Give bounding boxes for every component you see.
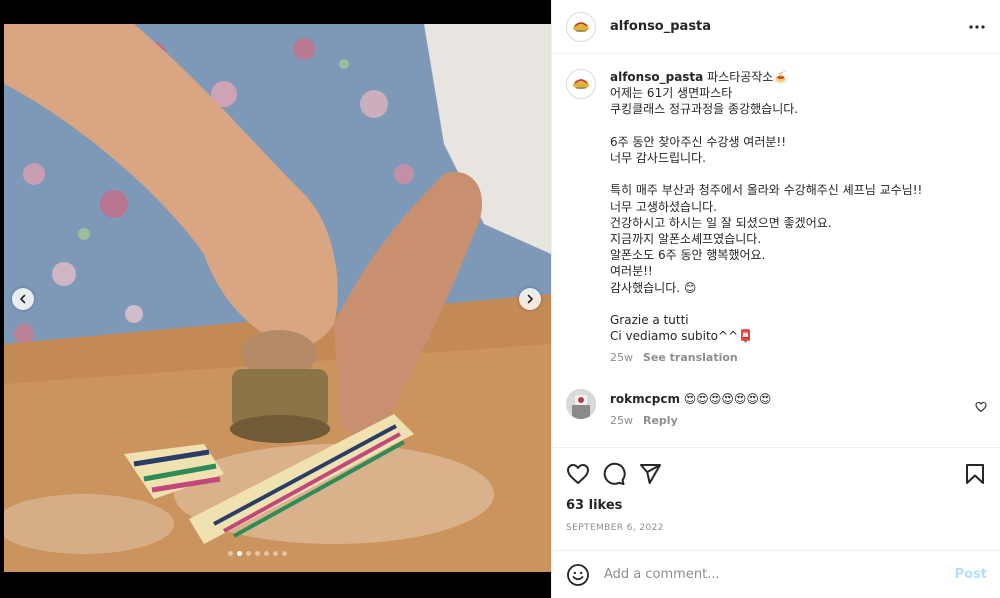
- reply-button[interactable]: Reply: [643, 413, 678, 429]
- post-actions: 63 likes SEPTEMBER 6, 2022: [552, 447, 1000, 550]
- comment-composer: Post: [552, 550, 1000, 598]
- carousel-dot: [246, 551, 251, 556]
- comment-text: 😍😍😍😍😍😍😍: [683, 391, 772, 406]
- caption-text: 파스타공작소🍝 어제는 61기 생면파스타 쿠킹클래스 정규과정을 종강했습니다…: [610, 70, 923, 344]
- carousel-dot: [237, 551, 242, 556]
- caption-body: alfonso_pasta 파스타공작소🍝 어제는 61기 생면파스타 쿠킹클래…: [610, 69, 987, 367]
- post-comment-button[interactable]: Post: [955, 567, 987, 582]
- see-translation-button[interactable]: See translation: [643, 350, 738, 366]
- brand-logo-icon: [573, 21, 589, 32]
- more-options-button[interactable]: [968, 18, 986, 36]
- carousel-next-button[interactable]: [519, 288, 541, 310]
- caption-text-block: alfonso_pasta 파스타공작소🍝 어제는 61기 생면파스타 쿠킹클래…: [610, 69, 987, 344]
- carousel-dot: [228, 551, 233, 556]
- comment-like-button[interactable]: [975, 398, 987, 417]
- caption-avatar[interactable]: [566, 69, 596, 99]
- share-button[interactable]: [638, 462, 662, 486]
- comment-button[interactable]: [602, 462, 626, 486]
- post-media: [0, 0, 551, 598]
- comment-meta: 25w Reply: [610, 413, 967, 429]
- save-button[interactable]: [963, 462, 987, 486]
- post-photo: [4, 24, 551, 572]
- carousel-dot: [282, 551, 287, 556]
- author-username[interactable]: alfonso_pasta: [610, 19, 711, 34]
- comment-item: rokmcpcm 😍😍😍😍😍😍😍 25w Reply: [566, 388, 987, 429]
- send-icon: [640, 464, 661, 484]
- author-avatar[interactable]: [566, 11, 596, 42]
- comment-time[interactable]: 25w: [610, 413, 633, 429]
- comment-input[interactable]: [604, 567, 955, 582]
- carousel-dot: [264, 551, 269, 556]
- commenter-avatar[interactable]: [566, 388, 596, 419]
- chevron-right-icon: [527, 294, 533, 304]
- bookmark-icon: [966, 464, 984, 484]
- emoji-button[interactable]: [566, 563, 590, 587]
- user-photo-icon: [566, 388, 596, 419]
- likes-count[interactable]: 63 likes: [566, 498, 987, 513]
- more-horizontal-icon: [969, 24, 985, 29]
- caption-time[interactable]: 25w: [610, 350, 633, 366]
- carousel-dot: [255, 551, 260, 556]
- comment-body: rokmcpcm 😍😍😍😍😍😍😍 25w Reply: [610, 389, 967, 429]
- heart-icon: [975, 401, 987, 412]
- heart-icon: [567, 464, 589, 484]
- post-date[interactable]: SEPTEMBER 6, 2022: [566, 523, 987, 533]
- chevron-left-icon: [20, 294, 26, 304]
- like-button[interactable]: [566, 462, 590, 486]
- caption-meta: 25w See translation: [610, 350, 987, 366]
- comments-section: alfonso_pasta 파스타공작소🍝 어제는 61기 생면파스타 쿠킹클래…: [552, 55, 1000, 447]
- comment-username[interactable]: rokmcpcm: [610, 392, 680, 406]
- pasta-making-photo: [4, 24, 551, 572]
- post-header: alfonso_pasta: [552, 0, 1000, 54]
- caption: alfonso_pasta 파스타공작소🍝 어제는 61기 생면파스타 쿠킹클래…: [566, 69, 987, 367]
- post-details-panel: alfonso_pasta alfonso_pasta 파스타공작소🍝 어제는 …: [551, 0, 1000, 598]
- comment-text-block: rokmcpcm 😍😍😍😍😍😍😍: [610, 391, 967, 407]
- carousel-prev-button[interactable]: [12, 288, 34, 310]
- action-bar: [566, 462, 987, 486]
- brand-logo-icon: [573, 79, 589, 89]
- caption-username[interactable]: alfonso_pasta: [610, 70, 703, 84]
- carousel-dots: [228, 551, 287, 556]
- emoji-icon: [567, 563, 589, 586]
- comment-icon: [603, 462, 626, 485]
- carousel-dot: [273, 551, 278, 556]
